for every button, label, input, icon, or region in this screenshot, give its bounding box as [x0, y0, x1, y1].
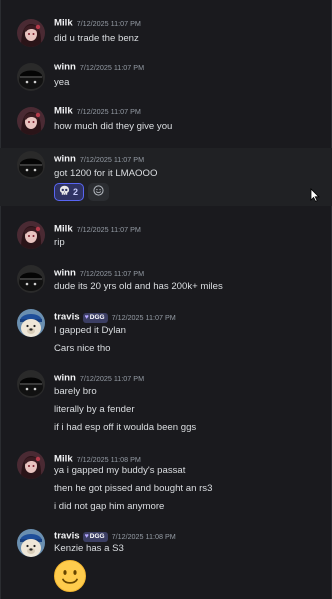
heart-icon: ♥ — [84, 313, 89, 321]
slightly-smiling-face-emoji-icon[interactable] — [54, 560, 86, 592]
message-text: how much did they give you — [54, 121, 173, 132]
reaction-count: 2 — [73, 187, 79, 197]
username[interactable]: Milk — [54, 454, 73, 465]
server-tag[interactable]: ♥DGG — [82, 531, 108, 542]
reaction-skull[interactable]: 2 — [54, 183, 85, 201]
add-reaction-button[interactable] — [88, 183, 110, 201]
timestamp[interactable]: 7/12/2025 11:07 PM — [112, 313, 176, 322]
message-text: Cars nice tho — [54, 343, 111, 354]
avatar-milk[interactable] — [17, 221, 45, 249]
message-text: i did not gap him anymore — [54, 501, 165, 512]
message-header: winn 7/12/2025 11:07 PM — [54, 266, 144, 280]
reactions-bar: 2 — [54, 183, 110, 201]
username[interactable]: winn — [54, 373, 76, 384]
timestamp[interactable]: 7/12/2025 11:07 PM — [77, 19, 141, 28]
chat-message-list: Milk 7/12/2025 11:07 PM did u trade the b… — [0, 0, 332, 599]
message-text: Kenzie has a S3 — [54, 543, 124, 554]
username[interactable]: travis — [54, 312, 80, 323]
avatar-travis[interactable] — [17, 529, 45, 557]
timestamp[interactable]: 7/12/2025 11:07 PM — [77, 225, 141, 234]
message-header: winn 7/12/2025 11:07 PM — [54, 371, 144, 385]
server-tag[interactable]: ♥DGG — [82, 312, 108, 323]
message-text: literally by a fender — [54, 404, 135, 415]
message-text: dude its 20 yrs old and has 200k+ miles — [54, 281, 223, 292]
message[interactable]: Milk 7/12/2025 11:07 PM did u trade the b… — [0, 16, 332, 56]
message-text: I gapped it Dylan — [54, 325, 126, 336]
avatar-winn[interactable] — [17, 370, 45, 398]
username[interactable]: Milk — [54, 18, 73, 29]
message[interactable]: travis ♥DGG 7/12/2025 11:08 PM Kenzie has … — [0, 526, 332, 596]
heart-icon: ♥ — [84, 532, 89, 540]
message-text: barely bro — [54, 386, 97, 397]
message[interactable]: travis ♥DGG 7/12/2025 11:07 PM I gapped it… — [0, 306, 332, 358]
server-tag-label: DGG — [89, 532, 105, 540]
avatar-milk[interactable] — [17, 451, 45, 479]
message-text: got 1200 for it LMAOOO — [54, 168, 158, 179]
avatar-milk[interactable] — [17, 19, 45, 47]
avatar-winn[interactable] — [17, 151, 45, 179]
message-text: rip — [54, 237, 65, 248]
message-text: ya i gapped my buddy's passat — [54, 465, 186, 476]
message-header: travis ♥DGG 7/12/2025 11:07 PM — [54, 310, 176, 324]
message-header: winn 7/12/2025 11:07 PM — [54, 152, 144, 166]
username[interactable]: winn — [54, 154, 76, 165]
timestamp[interactable]: 7/12/2025 11:08 PM — [77, 455, 141, 464]
message-text: did u trade the benz — [54, 33, 139, 44]
message[interactable]: Milk 7/12/2025 11:07 PM how much did they… — [0, 104, 332, 144]
timestamp[interactable]: 7/12/2025 11:07 PM — [80, 374, 144, 383]
message-header: Milk 7/12/2025 11:07 PM — [54, 222, 141, 236]
username[interactable]: Milk — [54, 106, 73, 117]
timestamp[interactable]: 7/12/2025 11:07 PM — [80, 155, 144, 164]
message-text: then he got pissed and bought an rs3 — [54, 483, 213, 494]
skull-emoji-icon — [59, 185, 70, 199]
message[interactable]: winn 7/12/2025 11:07 PM dude its 20 yrs o… — [0, 262, 332, 302]
timestamp[interactable]: 7/12/2025 11:07 PM — [80, 63, 144, 72]
message-header: Milk 7/12/2025 11:07 PM — [54, 104, 141, 118]
message-header: travis ♥DGG 7/12/2025 11:08 PM — [54, 529, 176, 543]
timestamp[interactable]: 7/12/2025 11:08 PM — [112, 532, 176, 541]
username[interactable]: winn — [54, 62, 76, 73]
server-tag-label: DGG — [89, 313, 105, 321]
message-text: yea — [54, 77, 70, 88]
message-header: Milk 7/12/2025 11:07 PM — [54, 16, 141, 30]
timestamp[interactable]: 7/12/2025 11:07 PM — [77, 107, 141, 116]
message-header: winn 7/12/2025 11:07 PM — [54, 60, 144, 74]
avatar-travis[interactable] — [17, 309, 45, 337]
username[interactable]: winn — [54, 268, 76, 279]
username[interactable]: Milk — [54, 224, 73, 235]
message-hovered[interactable]: winn 7/12/2025 11:07 PM got 1200 for it L… — [0, 148, 332, 206]
message[interactable]: winn 7/12/2025 11:07 PM yea — [0, 60, 332, 100]
username[interactable]: travis — [54, 531, 80, 542]
message[interactable]: winn 7/12/2025 11:07 PM barely bro litera… — [0, 367, 332, 439]
add-reaction-icon — [93, 185, 104, 199]
message[interactable]: Milk 7/12/2025 11:07 PM rip — [0, 218, 332, 258]
avatar-milk[interactable] — [17, 107, 45, 135]
mouse-cursor-icon — [310, 187, 320, 202]
timestamp[interactable]: 7/12/2025 11:07 PM — [80, 269, 144, 278]
avatar-winn[interactable] — [17, 63, 45, 91]
avatar-winn[interactable] — [17, 265, 45, 293]
message[interactable]: Milk 7/12/2025 11:08 PM ya i gapped my bu… — [0, 448, 332, 520]
message-text: if i had esp off it woulda been ggs — [54, 422, 197, 433]
